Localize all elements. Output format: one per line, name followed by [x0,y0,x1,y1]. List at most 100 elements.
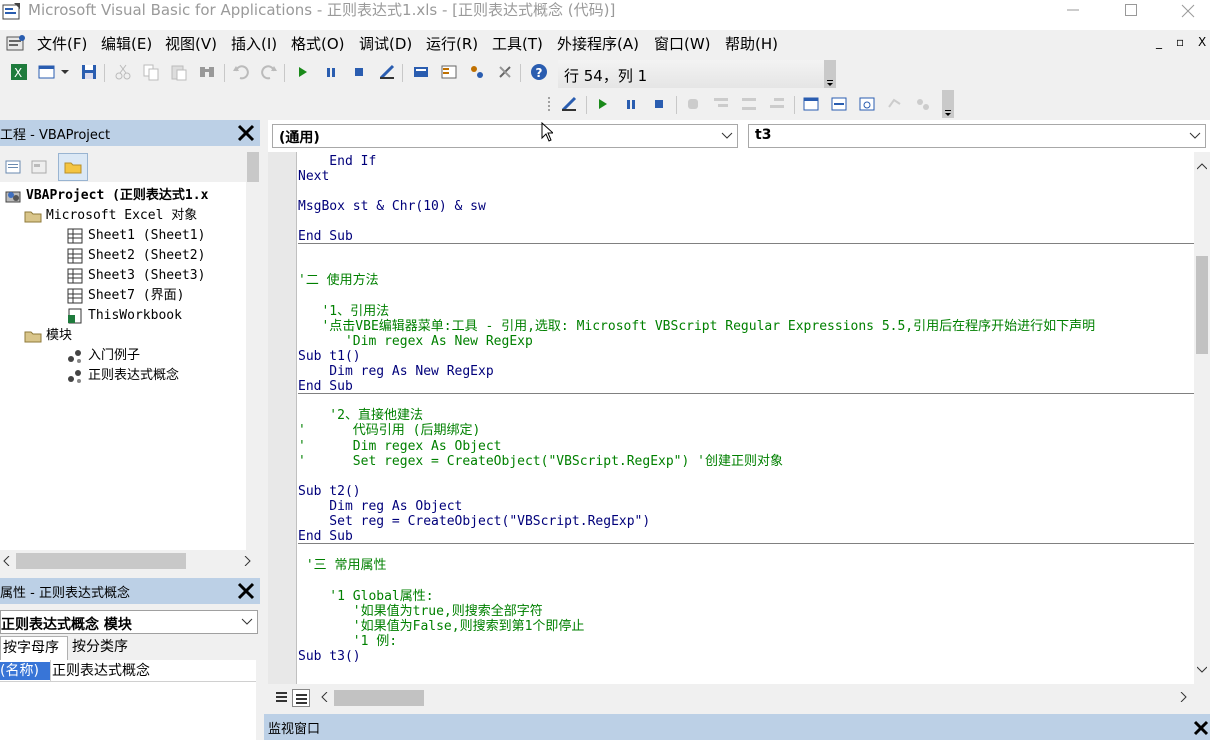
call-stack-icon[interactable] [914,95,932,113]
menu-addins[interactable]: 外接程序(A) [557,33,639,54]
menu-edit[interactable]: 编辑(E) [101,33,152,54]
mdi-restore-button[interactable]: ▫ [1176,35,1184,49]
scroll-up-icon[interactable] [1197,162,1207,170]
view-object-icon[interactable] [30,158,48,176]
scroll-thumb[interactable] [16,553,186,569]
quick-watch-icon[interactable] [886,95,904,113]
workbook-icon [68,308,82,324]
immediate-window-icon[interactable] [830,95,848,113]
code-vscroll[interactable] [1194,152,1210,684]
scroll-left-icon[interactable] [2,556,10,566]
tree-label: 入门例子 [88,348,141,363]
help-icon[interactable]: ? [530,63,548,81]
menu-format[interactable]: 格式(O) [291,33,345,54]
paste-icon[interactable] [170,63,188,81]
mdi-minimize-button[interactable]: _ [1156,35,1162,49]
reset-icon[interactable] [650,95,668,113]
find-icon[interactable] [198,63,216,81]
mdi-close-button[interactable]: X [1198,35,1206,49]
procedure-combo[interactable]: t3 [748,124,1206,148]
properties-window-icon[interactable] [440,63,458,81]
vbe-document-icon[interactable] [5,33,27,53]
code-line: '如果值为False,则搜索到第1个即停止 [298,619,585,634]
design-mode-icon[interactable] [560,95,578,113]
step-over-icon[interactable] [740,95,758,113]
object-browser-icon[interactable] [468,63,486,81]
locals-window-icon[interactable] [802,95,820,113]
project-tree-vscroll[interactable] [246,152,260,550]
toggle-breakpoint-icon[interactable] [684,95,702,113]
menu-view[interactable]: 视图(V) [165,33,217,54]
properties-object-select[interactable]: 正则表达式概念 模块 [0,610,258,634]
menu-file[interactable]: 文件(F) [37,33,87,54]
close-icon[interactable] [1192,719,1210,737]
worksheet-icon [67,268,83,284]
reset-icon[interactable] [350,63,368,81]
dropdown-arrow-icon[interactable] [60,63,70,81]
scroll-thumb[interactable] [247,152,259,182]
code-hscroll-bar [268,684,1210,710]
object-combo[interactable]: (通用) [272,124,738,148]
menu-window[interactable]: 窗口(W) [654,33,711,54]
view-code-icon[interactable] [4,158,22,176]
properties-object-value: 正则表达式概念 模块 [1,617,132,633]
break-icon[interactable] [322,63,340,81]
toolbar-grip-icon[interactable] [546,95,552,113]
close-icon[interactable] [234,121,258,145]
toggle-folders-button[interactable] [58,153,88,181]
step-out-icon[interactable] [768,95,786,113]
scroll-down-icon[interactable] [1197,666,1207,674]
scroll-right-icon[interactable] [244,556,252,566]
procedure-view-icon[interactable] [274,689,290,705]
project-explorer-icon[interactable] [412,63,430,81]
cut-icon[interactable] [114,63,132,81]
menu-insert[interactable]: 插入(I) [231,33,277,54]
watch-window-title-bar: 监视窗口 [264,714,1210,740]
pane-splitter[interactable] [260,120,266,740]
property-name-key[interactable]: (名称) [0,662,50,680]
toolbox-icon[interactable] [496,63,514,81]
code-line: Dim reg As New RegExp [298,364,494,379]
toolbar-overflow-button[interactable] [942,90,954,118]
code-editor[interactable]: End If Next MsgBox st & Chr(10) & sw End… [298,152,1194,684]
save-icon[interactable] [80,63,98,81]
maximize-button[interactable] [1108,0,1154,22]
minimize-button[interactable] [1050,0,1096,22]
toolbar-overflow-button[interactable] [824,60,836,88]
worksheet-icon [67,228,83,244]
code-margin-indicator-bar[interactable] [268,152,297,684]
menu-tools[interactable]: 工具(T) [492,33,543,54]
undo-icon[interactable] [232,63,250,81]
scroll-thumb[interactable] [1196,256,1208,354]
design-mode-icon[interactable] [378,63,396,81]
vba-editor-window: Microsoft Visual Basic for Applications … [0,0,1210,740]
toolbar-separator [284,64,285,82]
module-icon [68,350,81,363]
insert-userform-icon[interactable] [38,63,56,81]
break-icon[interactable] [622,95,640,113]
run-icon[interactable] [594,95,612,113]
scroll-thumb[interactable] [334,690,424,706]
close-window-button[interactable] [1164,0,1210,22]
scroll-left-icon[interactable] [320,692,328,702]
menu-help[interactable]: 帮助(H) [725,33,778,54]
redo-icon[interactable] [260,63,278,81]
project-tree-hscroll[interactable] [0,550,260,572]
excel-icon[interactable]: X [10,63,28,81]
menu-bar: 文件(F) 编辑(E) 视图(V) 插入(I) 格式(O) 调试(D) 运行(R… [0,30,1210,56]
property-name-value[interactable]: 正则表达式概念 [52,662,150,680]
toolbar-separator [676,96,677,114]
copy-icon[interactable] [142,63,160,81]
scroll-right-icon[interactable] [1180,692,1188,702]
menu-run[interactable]: 运行(R) [426,33,478,54]
close-icon[interactable] [234,579,258,603]
tab-categorized[interactable]: 按分类序 [70,636,142,660]
watch-window-icon[interactable] [858,95,876,113]
tab-alphabetic[interactable]: 按字母序 [0,636,68,660]
step-into-icon[interactable] [712,95,730,113]
worksheet-icon [67,288,83,304]
run-icon[interactable] [294,63,312,81]
menu-debug[interactable]: 调试(D) [359,33,412,54]
code-line: '1 Global属性: [298,589,434,604]
full-module-view-icon[interactable] [292,689,310,707]
